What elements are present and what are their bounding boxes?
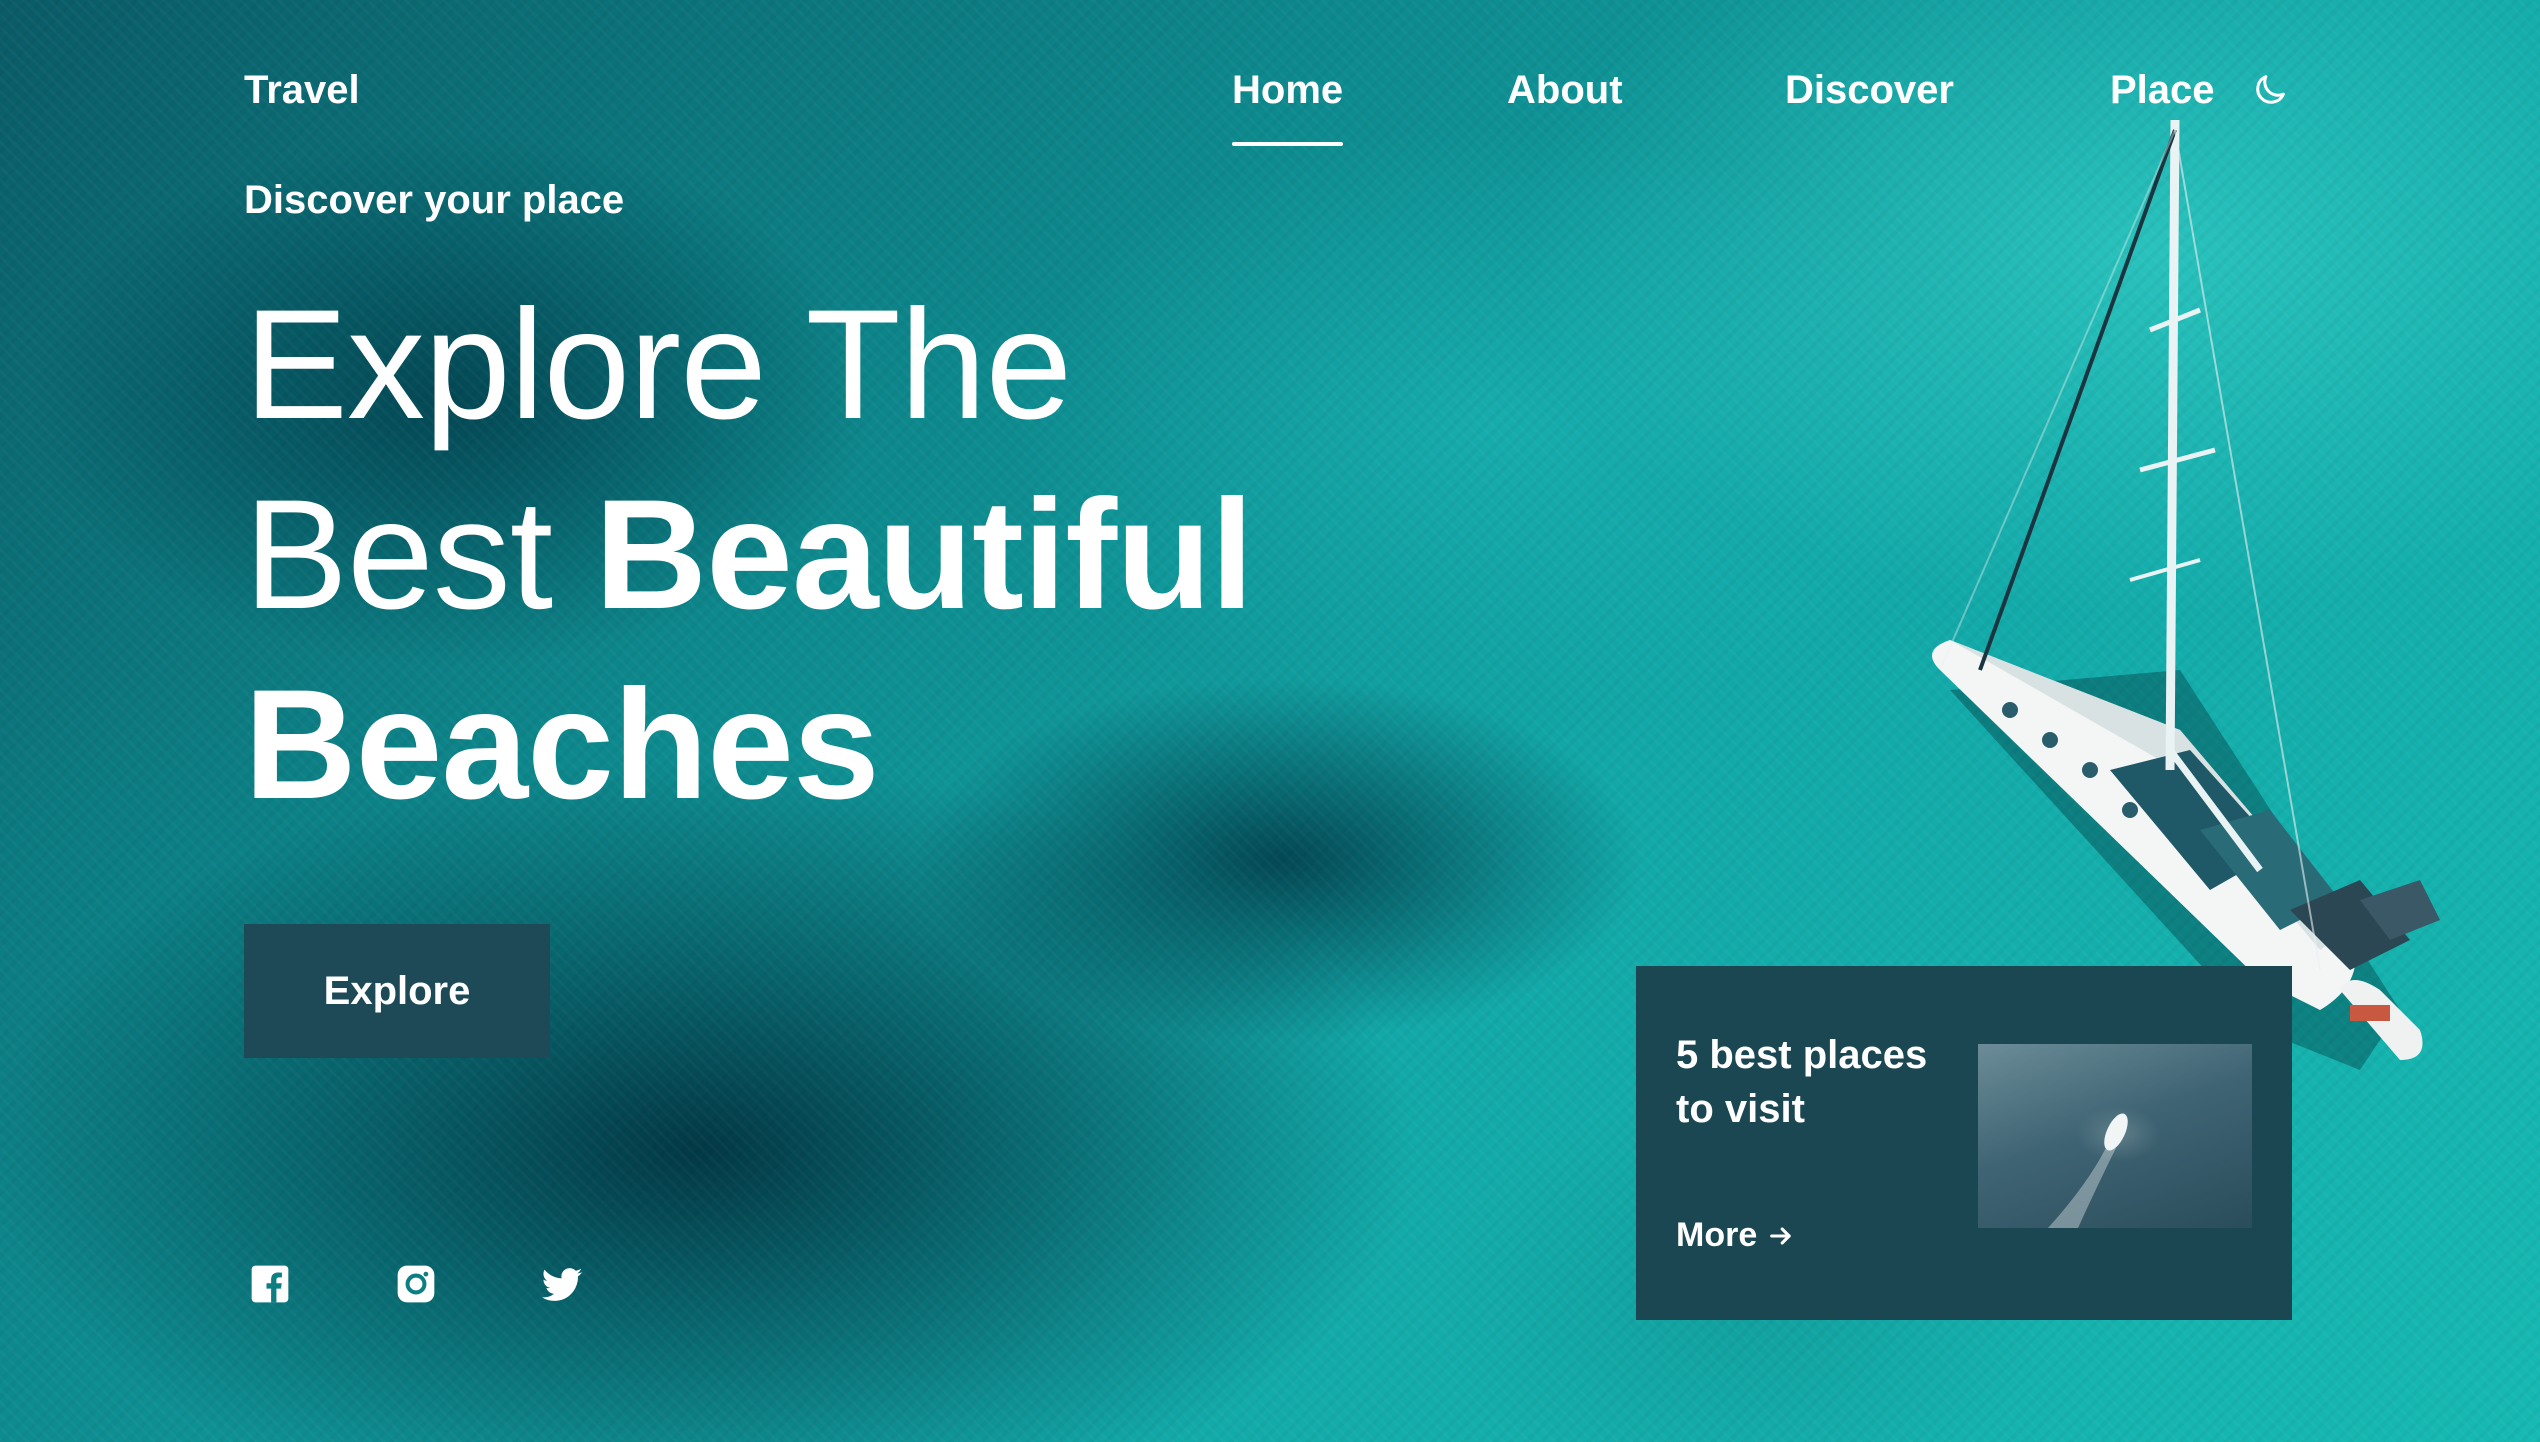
more-link[interactable]: More: [1676, 1216, 1795, 1255]
nav-item-about[interactable]: About: [1507, 68, 1623, 113]
featured-card[interactable]: 5 best places to visit More: [1636, 966, 2292, 1320]
card-thumbnail: [1978, 1044, 2252, 1228]
arrow-right-icon: [1770, 1226, 1791, 1245]
hero-title: Explore The Best Beautiful Beaches: [244, 270, 1444, 840]
explore-button[interactable]: Explore: [244, 924, 550, 1058]
hero-subtitle: Discover your place: [244, 178, 625, 222]
nav-item-home[interactable]: Home: [1232, 68, 1344, 146]
hero-title-line2-regular: Best: [244, 468, 595, 642]
facebook-icon[interactable]: [248, 1262, 292, 1306]
hero-title-line2-bold: Beautiful: [594, 468, 1254, 642]
nav-item-discover[interactable]: Discover: [1785, 68, 1954, 113]
card-title: 5 best places to visit: [1676, 1033, 1928, 1131]
nav-item-place[interactable]: Place: [2110, 68, 2215, 113]
hero-section: Travel Home About Discover Place Discove…: [0, 0, 2540, 1442]
sailboat-image: [1932, 119, 2440, 1070]
hero-title-line1: Explore The: [244, 278, 1072, 452]
main-nav: Home About Discover Place: [0, 68, 2540, 148]
twitter-icon[interactable]: [540, 1262, 584, 1306]
moon-icon[interactable]: [2250, 70, 2290, 110]
more-label: More: [1676, 1216, 1758, 1254]
hero-title-line3-bold: Beaches: [244, 658, 880, 832]
instagram-icon[interactable]: [394, 1262, 438, 1306]
